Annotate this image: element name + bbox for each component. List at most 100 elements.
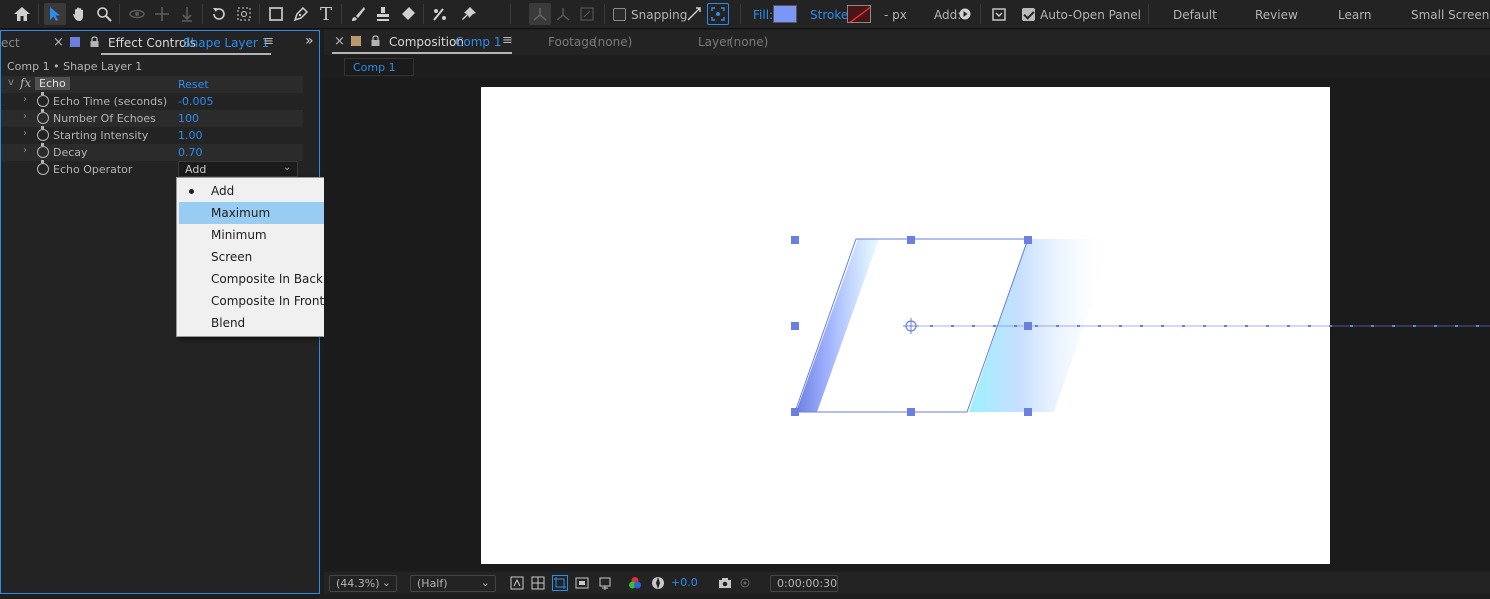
workspace-small-screen[interactable]: Small Screen (1411, 8, 1489, 22)
property-value[interactable]: 0.70 (178, 146, 203, 159)
fill-label: Fill: (753, 8, 774, 22)
reset-exposure-icon[interactable] (650, 575, 666, 591)
top-toolbar: T Snapping Fill: Stroke: - px Add: Auto-… (0, 0, 1490, 29)
panel-menu-icon[interactable]: ≡ (263, 34, 274, 49)
magnification-select[interactable]: (44.3%) ⌄ (329, 575, 397, 592)
rectangle-tool-icon[interactable] (265, 3, 287, 25)
active-tab-underline (332, 52, 512, 54)
eraser-tool-icon[interactable] (397, 3, 419, 25)
composition-tab-name[interactable]: Comp 1 (455, 35, 501, 49)
property-row-number-of-echoes[interactable]: › Number Of Echoes 100 (1, 109, 303, 127)
composition-viewer[interactable] (324, 78, 1490, 570)
property-value[interactable]: 100 (178, 112, 199, 125)
auto-open-panel-icon[interactable] (988, 3, 1010, 25)
snap-features-icon[interactable] (707, 3, 729, 25)
comp-subtab[interactable]: Comp 1 (344, 58, 414, 76)
current-time-display[interactable]: 0:00:00:30 (770, 575, 838, 592)
puppet-pin-icon[interactable] (458, 3, 480, 25)
rotate-3d-icon[interactable] (126, 3, 148, 25)
chevron-right-icon[interactable]: › (23, 145, 27, 156)
pen-tool-icon[interactable] (290, 3, 312, 25)
footage-tab[interactable]: Footage (548, 35, 596, 49)
lock-icon[interactable] (90, 36, 99, 47)
auto-open-panel-checkbox[interactable] (1022, 8, 1035, 21)
chevron-right-icon[interactable]: › (23, 111, 27, 122)
effect-controls-layer-name[interactable]: Shape Layer 1 (183, 36, 269, 50)
exposure-value[interactable]: +0.0 (671, 576, 698, 589)
grid-guides-icon[interactable] (597, 575, 613, 591)
stopwatch-icon[interactable] (37, 160, 49, 175)
close-tab-icon[interactable]: × (334, 34, 345, 49)
add-shape-icon[interactable] (957, 3, 973, 25)
chevron-right-icon[interactable]: › (23, 128, 27, 139)
stopwatch-icon[interactable] (37, 109, 49, 124)
property-row-echo-time[interactable]: › Echo Time (seconds) -0.005 (1, 92, 303, 110)
rotation-tool-icon[interactable] (208, 3, 230, 25)
stopwatch-icon[interactable] (37, 126, 49, 141)
color-channels-icon[interactable] (627, 575, 643, 591)
effect-reset-link[interactable]: Reset (178, 78, 209, 91)
zoom-tool-icon[interactable] (93, 3, 115, 25)
property-label: Echo Operator (53, 163, 133, 176)
workspace-review[interactable]: Review (1255, 8, 1298, 22)
shape-layer-graphic[interactable] (324, 78, 1490, 570)
chevron-down-icon[interactable]: v (8, 77, 14, 88)
stroke-width-value[interactable]: - px (884, 8, 907, 22)
auto-open-panel-label: Auto-Open Panel (1040, 8, 1141, 22)
pan-behind-icon[interactable] (233, 3, 255, 25)
panel-menu-icon[interactable]: ≡ (502, 33, 513, 48)
property-value[interactable]: -0.005 (178, 95, 213, 108)
previous-tab-fragment[interactable]: ect (1, 36, 20, 50)
type-tool-icon[interactable]: T (315, 3, 337, 25)
fast-previews-icon[interactable] (509, 575, 525, 591)
lock-icon[interactable] (371, 35, 380, 46)
property-row-echo-operator[interactable]: Echo Operator Add ⌄ (1, 160, 303, 178)
footage-value: (none) (593, 35, 633, 49)
show-snapshot-icon[interactable] (737, 575, 753, 591)
stopwatch-icon[interactable] (37, 92, 49, 107)
stopwatch-icon[interactable] (37, 143, 49, 158)
selection-tool-icon[interactable] (44, 3, 66, 25)
panel-overflow-icon[interactable]: » (305, 33, 314, 49)
property-row-decay[interactable]: › Decay 0.70 (1, 143, 303, 161)
fx-icon[interactable]: fx (20, 76, 31, 90)
layer-value: (none) (729, 35, 769, 49)
echo-operator-select[interactable]: Add ⌄ (178, 161, 298, 177)
move-3d-icon[interactable] (151, 3, 173, 25)
composition-tab-label[interactable]: Composition (389, 35, 464, 49)
roto-brush-icon[interactable] (429, 3, 451, 25)
property-label: Starting Intensity (53, 129, 149, 142)
chevron-down-icon: ⌄ (381, 576, 391, 589)
workspace-learn[interactable]: Learn (1338, 8, 1372, 22)
snapping-checkbox[interactable] (613, 8, 626, 21)
home-icon[interactable] (11, 3, 33, 25)
property-label: Echo Time (seconds) (53, 95, 168, 108)
property-row-starting-intensity[interactable]: › Starting Intensity 1.00 (1, 126, 303, 144)
stroke-swatch[interactable] (847, 5, 871, 23)
view-axis-icon[interactable] (576, 3, 598, 25)
echo-operator-value: Add (185, 163, 207, 176)
world-axis-icon[interactable] (552, 3, 574, 25)
stroke-label: Stroke: (810, 8, 853, 22)
snapshot-camera-icon[interactable] (717, 575, 733, 591)
clone-stamp-icon[interactable] (372, 3, 394, 25)
snap-edges-icon[interactable] (683, 3, 705, 25)
effect-name[interactable]: Echo (35, 77, 70, 90)
brush-tool-icon[interactable] (347, 3, 369, 25)
hand-tool-icon[interactable] (68, 3, 90, 25)
workspace-default[interactable]: Default (1173, 8, 1217, 22)
transparency-grid-icon[interactable] (530, 575, 546, 591)
composition-panel: × Composition Comp 1 ≡ Footage (none) La… (324, 30, 1490, 594)
region-of-interest-icon[interactable] (552, 575, 568, 591)
mask-visibility-icon[interactable] (574, 575, 590, 591)
align-local-axis-icon[interactable] (529, 3, 551, 25)
effect-header-row[interactable]: v fx Echo Reset (1, 76, 303, 93)
chevron-right-icon[interactable]: › (23, 94, 27, 105)
property-value[interactable]: 1.00 (178, 129, 203, 142)
layer-tab[interactable]: Layer (698, 35, 731, 49)
dolly-icon[interactable] (176, 3, 198, 25)
resolution-select[interactable]: (Half) ⌄ (410, 575, 496, 592)
selected-dot-icon (189, 189, 194, 194)
fill-swatch[interactable] (773, 5, 797, 23)
close-tab-icon[interactable]: × (53, 35, 64, 50)
